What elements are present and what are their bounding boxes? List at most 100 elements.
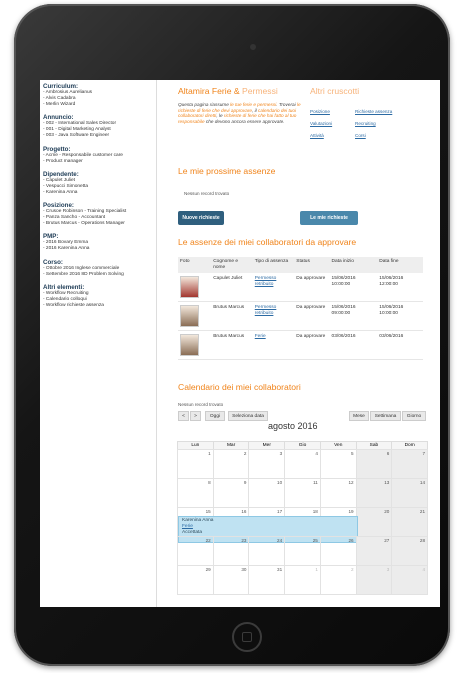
sidebar-section-title: Dipendente: — [43, 170, 79, 178]
start-date: 15/06/2016 09:00:00 — [329, 301, 378, 331]
link-corsi[interactable]: Corsi — [355, 133, 392, 139]
col-header: Data fine — [377, 257, 423, 273]
sidebar-item[interactable]: - Workflow richieste assenza — [43, 303, 153, 309]
sidebar-section-title: Posizione: — [43, 202, 74, 210]
employee-name: Capulet Juliet — [211, 273, 253, 302]
sidebar-section-title: Corso: — [43, 258, 63, 266]
calendar-day-cell[interactable]: 2 — [212, 449, 250, 479]
approvals-title: Le assenze dei miei collaboratori da app… — [178, 237, 357, 247]
status-cell: Da approvare — [294, 330, 330, 360]
calendar-empty: Nessun record trovato — [178, 402, 224, 407]
calendar-day-cell[interactable]: 12 — [319, 478, 357, 508]
calendar-prev-button[interactable]: < — [178, 411, 189, 421]
calendar-title: Calendario dei miei collaboratori — [178, 382, 301, 392]
calendar-day-cell[interactable]: 4 — [284, 449, 321, 479]
calendar-day-cell[interactable]: 5 — [319, 449, 357, 479]
link-posizione[interactable]: Posizione — [310, 109, 332, 115]
my-requests-button[interactable]: Le mie richieste — [300, 211, 358, 225]
calendar-day-cell[interactable]: 3 — [248, 449, 286, 479]
calendar-day-cell[interactable]: 7 — [391, 449, 429, 479]
col-header: Tipo di assenza — [252, 257, 295, 273]
calendar-day-cell[interactable]: 27 — [355, 536, 393, 566]
sidebar-item[interactable]: - Merlin Wizard — [43, 102, 153, 108]
camera — [250, 44, 256, 50]
status-cell: Da approvare — [294, 273, 330, 302]
calendar-day-cell[interactable]: 31 — [248, 565, 286, 595]
col-header: Status — [294, 257, 330, 273]
calendar-day-cell[interactable]: 13 — [355, 478, 393, 508]
calendar-day-cell[interactable]: 10 — [248, 478, 286, 508]
approvals-table: Foto Cognome e nome Tipo di assenza Stat… — [178, 257, 423, 360]
sidebar-item[interactable]: - 003 - Java Software Engineer — [43, 133, 153, 139]
sidebar-item[interactable]: - Karenina Anna — [43, 190, 153, 196]
end-date: 03/06/2016 — [377, 330, 423, 360]
col-header: Data inizio — [329, 257, 378, 273]
end-date: 15/06/2016 10:00:00 — [377, 301, 423, 331]
calendar-day-cell[interactable]: 1 — [177, 449, 214, 479]
calendar-day-cell[interactable]: 21 — [391, 507, 429, 537]
calendar-day-cell[interactable]: 8 — [177, 478, 214, 508]
calendar-day-cell[interactable]: 29 — [177, 565, 214, 595]
calendar-week-view-button[interactable]: Settimana — [370, 411, 401, 421]
calendar-day-cell[interactable]: 6 — [355, 449, 393, 479]
calendar-today-button[interactable]: Oggi — [205, 411, 225, 421]
absence-type-link[interactable]: Permesso retribuito — [255, 305, 277, 316]
calendar-day-cell[interactable]: 26 — [319, 536, 357, 566]
table-row[interactable]: Brutus Marcus Ferie Da approvare 03/06/2016… — [178, 330, 423, 360]
employee-name: Brutus Marcus — [211, 330, 253, 360]
calendar-day-cell[interactable]: 4 — [391, 565, 429, 595]
table-row[interactable]: Brutus Marcus Permesso retribuito Da appro… — [178, 301, 423, 331]
calendar-day-cell[interactable]: 23 — [212, 536, 250, 566]
calendar-day-view-button[interactable]: Giorno — [402, 411, 426, 421]
table-row[interactable]: Capulet Juliet Permesso retribuito Da appr… — [178, 273, 423, 302]
status-cell: Da approvare — [294, 301, 330, 331]
employee-photo — [180, 276, 199, 298]
links-col2: Richieste assenza Recruiting Corsi — [355, 109, 392, 139]
new-request-button[interactable]: Nuove richieste — [178, 211, 224, 225]
calendar-select-date-button[interactable]: Seleziona data — [228, 411, 268, 421]
calendar-day-cell[interactable]: 3 — [355, 565, 393, 595]
end-date: 15/06/2016 12:00:00 — [377, 273, 423, 302]
calendar-month-view-button[interactable]: Mese — [349, 411, 369, 421]
col-header: Foto — [178, 257, 212, 273]
sidebar-section-title: Altri elementi: — [43, 283, 85, 291]
table-header: Foto Cognome e nome Tipo di assenza Stat… — [178, 257, 423, 273]
links-col1: Posizione Valutazioni Attività — [310, 109, 332, 139]
calendar-day-cell[interactable]: 24 — [248, 536, 286, 566]
upcoming-title: Le mie prossime assenze — [178, 166, 276, 176]
calendar-day-cell[interactable]: 28 — [391, 536, 429, 566]
sidebar-item[interactable]: - Product manager — [43, 159, 153, 165]
employee-name: Brutus Marcus — [211, 301, 253, 331]
sidebar-item[interactable]: - 2016 Karenina Anna — [43, 246, 153, 252]
link-attivita[interactable]: Attività — [310, 133, 332, 139]
calendar-day-cell[interactable]: 14 — [391, 478, 429, 508]
page-description: Questa pagina riassume le tue ferie e pe… — [178, 102, 301, 124]
absence-type-link[interactable]: Ferie — [255, 334, 266, 339]
col-header: Cognome e nome — [211, 257, 253, 273]
sidebar-section-title: Curriculum: — [43, 83, 79, 90]
absence-type-link[interactable]: Permesso retribuito — [255, 276, 277, 287]
calendar-day-cell[interactable]: 25 — [284, 536, 321, 566]
calendar-day-cell[interactable]: 2 — [319, 565, 357, 595]
calendar-day-cell[interactable]: 11 — [284, 478, 321, 508]
link-valutazioni[interactable]: Valutazioni — [310, 121, 332, 127]
sidebar-section-title: Progetto: — [43, 145, 71, 153]
screen: Curriculum: - Ambrosius Aurelianus - Alvis… — [40, 80, 440, 607]
start-date: 03/06/2016 — [329, 330, 378, 360]
home-button[interactable] — [232, 622, 262, 652]
calendar-month-title: agosto 2016 — [268, 421, 318, 431]
calendar-day-cell[interactable]: 30 — [212, 565, 250, 595]
sidebar: Curriculum: - Ambrosius Aurelianus - Alvis… — [40, 80, 157, 607]
calendar-next-button[interactable]: > — [190, 411, 201, 421]
calendar-day-cell[interactable]: 9 — [212, 478, 250, 508]
link-recruiting[interactable]: Recruiting — [355, 121, 392, 127]
calendar-day-cell[interactable]: 22 — [177, 536, 214, 566]
sidebar-item[interactable]: - Brutus Marcus - Operations Manager — [43, 221, 153, 227]
calendar-day-cell[interactable]: 1 — [284, 565, 321, 595]
employee-photo — [180, 334, 199, 356]
upcoming-empty: Nessun record trovato — [184, 191, 230, 196]
link-richieste-assenza[interactable]: Richieste assenza — [355, 109, 392, 115]
sidebar-item[interactable]: - Settembre 2016 8D Problem Solving — [43, 272, 153, 278]
start-date: 15/06/2016 10:00:00 — [329, 273, 378, 302]
calendar-day-cell[interactable]: 20 — [355, 507, 393, 537]
